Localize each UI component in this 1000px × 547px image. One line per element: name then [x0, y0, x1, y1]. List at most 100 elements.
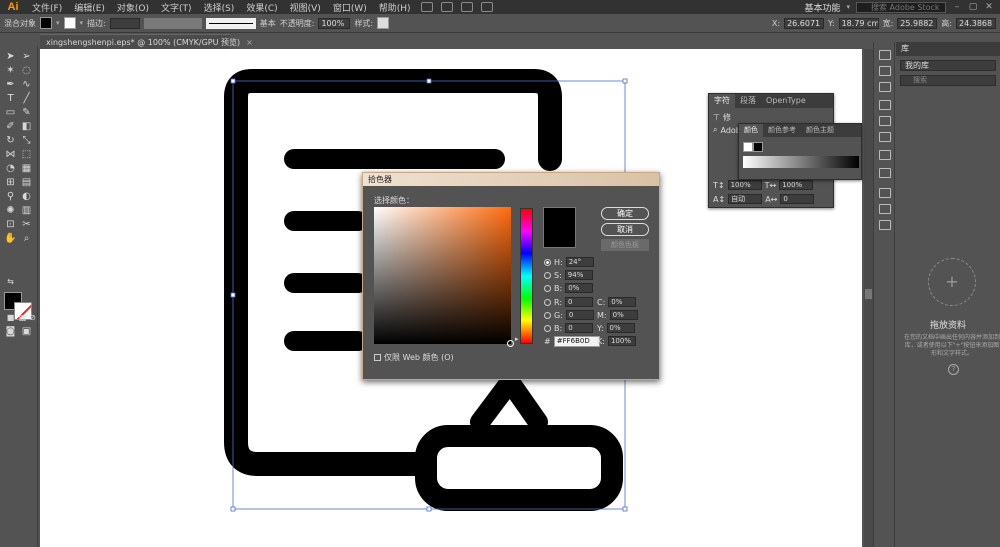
- curvature-tool-icon[interactable]: ∿: [20, 79, 33, 90]
- red-radio[interactable]: [544, 298, 551, 306]
- blend-tool-icon[interactable]: ◐: [20, 191, 33, 202]
- menu-help[interactable]: 帮助(H): [373, 1, 417, 14]
- artboard-tool-icon[interactable]: ⊡: [4, 219, 17, 230]
- library-select[interactable]: 我的库: [900, 60, 996, 71]
- horizontal-scale-field[interactable]: 100%: [779, 180, 814, 190]
- mesh-tool-icon[interactable]: ⊞: [4, 177, 17, 188]
- stock-search-input[interactable]: 搜索 Adobe Stock: [856, 1, 946, 13]
- green-radio[interactable]: [544, 311, 551, 319]
- selection-tool-icon[interactable]: ➤: [4, 51, 17, 62]
- width-field[interactable]: 25.9882: [897, 17, 938, 29]
- tab-opentype[interactable]: OpenType: [761, 94, 811, 108]
- maximize-icon[interactable]: ▢: [968, 2, 978, 12]
- drawing-mode-icon[interactable]: ◙: [4, 326, 17, 337]
- shaper-tool-icon[interactable]: ✐: [4, 121, 17, 132]
- menu-effect[interactable]: 效果(C): [240, 1, 283, 14]
- grayscale-spectrum[interactable]: [743, 156, 859, 168]
- blue-field[interactable]: 0: [565, 323, 594, 333]
- graphic-style-swatch[interactable]: [377, 17, 390, 29]
- column-graph-tool-icon[interactable]: ▥: [20, 205, 33, 216]
- scrollbar-thumb[interactable]: [865, 289, 872, 299]
- stroke-weight-field[interactable]: [109, 17, 140, 29]
- tab-paragraph[interactable]: 段落: [735, 94, 761, 108]
- magic-wand-tool-icon[interactable]: ✶: [4, 65, 17, 76]
- close-tab-icon[interactable]: ×: [246, 38, 253, 47]
- graphic-styles-icon[interactable]: [879, 168, 891, 178]
- ok-button[interactable]: 确定: [601, 207, 649, 220]
- selection-handle[interactable]: [230, 292, 236, 298]
- scale-tool-icon[interactable]: ⤡: [20, 135, 33, 146]
- font-search-icon[interactable]: ⌕: [713, 125, 717, 135]
- shape-builder-tool-icon[interactable]: ◔: [4, 163, 17, 174]
- tab-color-guide[interactable]: 颜色参考: [763, 124, 801, 137]
- hand-tool-icon[interactable]: ✋: [4, 233, 17, 244]
- tracking-field[interactable]: 0: [780, 194, 815, 204]
- minimize-icon[interactable]: –: [952, 2, 962, 12]
- tab-color-themes[interactable]: 颜色主题: [801, 124, 839, 137]
- direct-selection-tool-icon[interactable]: ➢: [20, 51, 33, 62]
- tab-character[interactable]: 字符: [709, 94, 735, 108]
- document-tab[interactable]: xingshengshenpi.eps* @ 100% (CMYK/GPU 预览…: [40, 34, 253, 49]
- stroke-swatch[interactable]: [63, 17, 76, 29]
- arrange-documents-icon[interactable]: [460, 2, 473, 12]
- help-icon[interactable]: ?: [948, 364, 959, 375]
- workspace-switcher[interactable]: 基本功能: [804, 1, 840, 14]
- rectangle-tool-icon[interactable]: ▭: [4, 107, 17, 118]
- close-icon[interactable]: ✕: [984, 2, 994, 12]
- yellow-field[interactable]: 0%: [606, 323, 635, 333]
- black-field[interactable]: 100%: [607, 336, 636, 346]
- saturation-field[interactable]: 94%: [564, 270, 593, 280]
- hue-slider[interactable]: [520, 208, 533, 344]
- selection-handle[interactable]: [426, 506, 432, 512]
- red-field[interactable]: 0: [565, 297, 594, 307]
- hue-field[interactable]: 24°: [565, 257, 594, 267]
- library-search-input[interactable]: 搜索: [900, 75, 996, 86]
- none-mode-icon[interactable]: ⊘: [28, 312, 37, 323]
- symbol-sprayer-tool-icon[interactable]: ✺: [4, 205, 17, 216]
- zoom-tool-icon[interactable]: ⌕: [20, 233, 33, 244]
- libraries-icon[interactable]: [879, 66, 891, 76]
- brightness-radio[interactable]: [544, 284, 551, 292]
- chevron-down-icon[interactable]: ▾: [846, 3, 850, 11]
- paintbrush-tool-icon[interactable]: ✎: [20, 107, 33, 118]
- blue-radio[interactable]: [544, 324, 551, 332]
- saturation-brightness-field[interactable]: [374, 207, 514, 347]
- gradient-tool-icon[interactable]: ▤: [20, 177, 33, 188]
- chevron-down-icon[interactable]: ▾: [56, 19, 60, 27]
- pen-tool-icon[interactable]: ✒: [4, 79, 17, 90]
- stock-icon[interactable]: [440, 2, 453, 12]
- variable-width-profile[interactable]: [143, 17, 202, 29]
- hex-field[interactable]: #FF6B0D: [553, 336, 600, 347]
- menu-object[interactable]: 对象(O): [111, 1, 155, 14]
- saturation-radio[interactable]: [544, 271, 551, 279]
- properties-icon[interactable]: [879, 50, 891, 60]
- swap-colors-icon[interactable]: ⇆: [4, 276, 17, 287]
- artboards-icon[interactable]: [879, 220, 891, 230]
- menu-view[interactable]: 视图(V): [284, 1, 327, 14]
- touch-type-icon[interactable]: ⊤: [713, 113, 720, 122]
- opacity-field[interactable]: 100%: [318, 17, 351, 29]
- height-field[interactable]: 24.3868: [956, 17, 996, 29]
- color-swatches-button[interactable]: 颜色色板: [601, 239, 649, 251]
- brightness-field[interactable]: 0%: [565, 283, 594, 293]
- rotate-tool-icon[interactable]: ↻: [4, 135, 17, 146]
- selection-handle[interactable]: [426, 78, 432, 84]
- screen-mode-icon[interactable]: ▣: [20, 326, 33, 337]
- tab-color[interactable]: 颜色: [739, 124, 763, 137]
- selection-handle[interactable]: [622, 506, 628, 512]
- bridge-icon[interactable]: [420, 2, 433, 12]
- cyan-field[interactable]: 0%: [608, 297, 637, 307]
- selection-handle[interactable]: [230, 78, 236, 84]
- transform-icon[interactable]: [879, 116, 891, 126]
- hue-radio[interactable]: [544, 258, 551, 266]
- menu-select[interactable]: 选择(S): [198, 1, 241, 14]
- brush-definition[interactable]: [205, 17, 256, 29]
- layers-icon[interactable]: [879, 204, 891, 214]
- hue-slider-arrow-icon[interactable]: ▸: [515, 335, 519, 343]
- eraser-tool-icon[interactable]: ◧: [20, 121, 33, 132]
- selection-handle[interactable]: [622, 78, 628, 84]
- align-icon[interactable]: [879, 100, 891, 110]
- fill-swatch[interactable]: [40, 17, 52, 29]
- magenta-field[interactable]: 0%: [609, 310, 638, 320]
- symbols-icon[interactable]: [879, 82, 891, 92]
